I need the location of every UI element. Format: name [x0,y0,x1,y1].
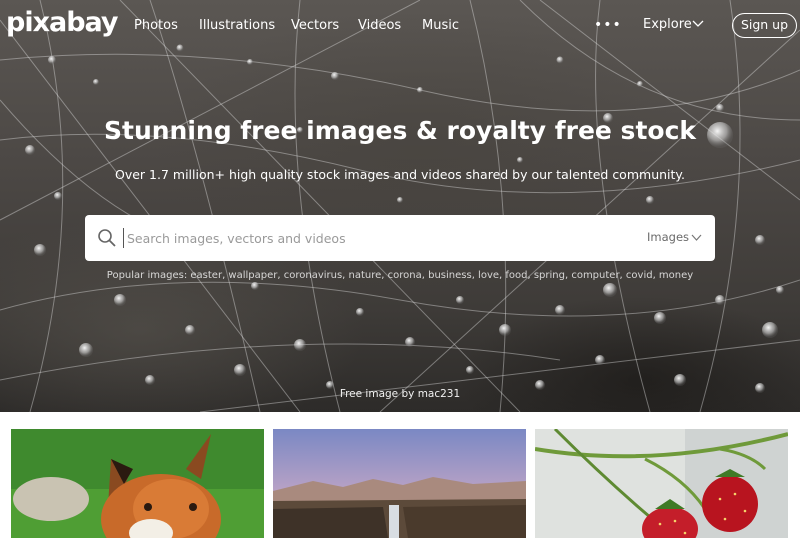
chevron-down-icon [692,20,704,27]
more-icon[interactable]: ••• [594,15,621,35]
image-credit[interactable]: Free image by mac231 [0,388,800,400]
nav-videos[interactable]: Videos [358,18,401,33]
thumbnail-strawberries[interactable] [535,429,788,538]
nav-music[interactable]: Music [422,18,459,33]
nav-illustrations[interactable]: Illustrations [199,18,275,33]
popular-label: Popular images: [106,270,188,281]
nav-vectors[interactable]: Vectors [291,18,339,33]
popular-searches: Popular images: easter, wallpaper, coron… [0,270,800,281]
hero-title: Stunning free images & royalty free stoc… [103,116,697,145]
canyon-image [273,429,526,538]
strawberries-image [535,429,788,538]
nav-photos[interactable]: Photos [134,18,178,33]
explore-menu[interactable]: Explore [643,17,692,32]
hero-section: pixabay Photos Illustrations Vectors Vid… [0,0,800,412]
hero-background-image [0,0,800,412]
search-input[interactable] [123,228,623,248]
popular-terms[interactable]: easter, wallpaper, coronavirus, nature, … [190,270,693,281]
search-type-select[interactable]: Images [647,230,689,244]
search-icon[interactable] [97,228,117,248]
pixabay-logo[interactable]: pixabay [6,6,119,40]
thumbnail-canyon[interactable] [273,429,526,538]
signup-button[interactable]: Sign up [732,13,797,38]
chevron-down-icon[interactable] [691,234,702,242]
thumbnail-fox[interactable] [11,429,264,538]
fox-image [11,429,264,538]
hero-subtitle: Over 1.7 million+ high quality stock ima… [115,167,685,182]
search-bar: Images [85,215,715,261]
